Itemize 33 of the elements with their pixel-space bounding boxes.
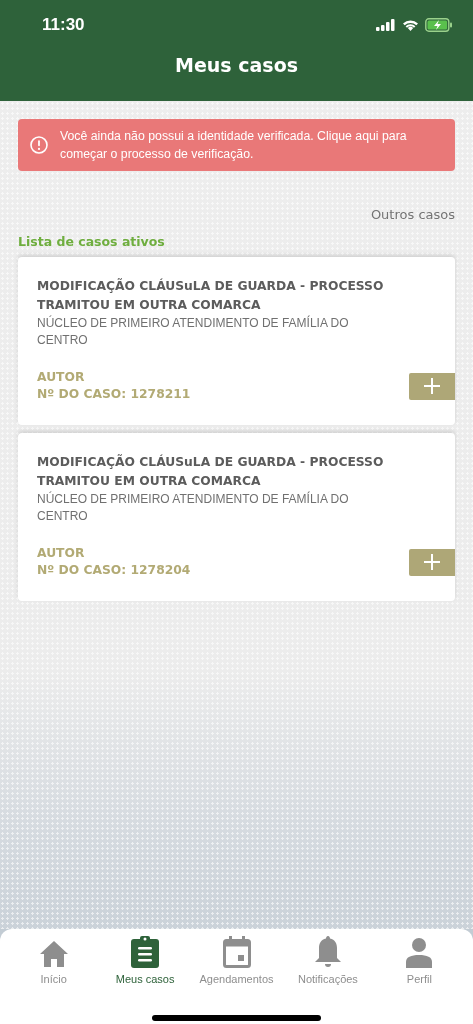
signal-icon xyxy=(376,19,396,31)
nav-tab[interactable]: Perfil xyxy=(373,933,466,985)
nav-tab[interactable]: Agendamentos xyxy=(190,933,283,985)
case-office: NÚCLEO DE PRIMEIRO ATENDIMENTO DE FAMÍLIA DO CENTRO xyxy=(37,315,350,349)
case-role: AUTOR xyxy=(37,369,86,386)
case-number: Nº DO CASO: 1278211 xyxy=(37,386,191,403)
plus-icon xyxy=(424,378,440,394)
expand-button[interactable] xyxy=(409,372,455,400)
case-card[interactable]: MODIFICAÇÃO CLÁUSuLA DE GUARDA - PROCESSO TRAMITOU EM OUTRA COMARCA NÚCLEO DE PRIMEIRO ATENDIMENTO DE FAMÍLIA DO CENTRO AUTOR Nº DO CASO: 1278204 xyxy=(18,433,455,601)
person-icon xyxy=(406,938,433,968)
section-title: Lista de casos ativos xyxy=(18,234,166,249)
case-title: MODIFICAÇÃO CLÁUSuLA DE GUARDA - PROCESSO TRAMITOU EM OUTRA COMARCA xyxy=(37,453,385,490)
case-office: NÚCLEO DE PRIMEIRO ATENDIMENTO DE FAMÍLIA DO CENTRO xyxy=(37,491,350,525)
case-number: Nº DO CASO: 1278204 xyxy=(37,562,191,579)
battery-charging-icon xyxy=(425,18,453,32)
nav-tab[interactable]: Meus casos xyxy=(99,933,191,985)
case-card[interactable]: MODIFICAÇÃO CLÁUSuLA DE GUARDA - PROCESSO TRAMITOU EM OUTRA COMARCA NÚCLEO DE PRIMEIRO ATENDIMENTO DE FAMÍLIA DO CENTRO AUTOR Nº DO CASO: 1278211 xyxy=(18,257,455,425)
warning-icon xyxy=(30,136,48,154)
other-cases-link[interactable]: Outros casos xyxy=(370,207,455,222)
expand-button[interactable] xyxy=(409,548,455,576)
clipboard-icon xyxy=(131,936,160,968)
nav-tab[interactable]: Notificações xyxy=(282,933,374,985)
bell-icon xyxy=(314,936,341,968)
home-icon xyxy=(38,940,69,968)
wifi-icon xyxy=(402,19,419,31)
case-role: AUTOR xyxy=(37,545,86,562)
calendar-icon xyxy=(222,936,251,968)
screen-title: Meus casos xyxy=(174,53,299,76)
status-time: 11:30 xyxy=(42,15,85,35)
case-title: MODIFICAÇÃO CLÁUSuLA DE GUARDA - PROCESSO TRAMITOU EM OUTRA COMARCA xyxy=(37,277,385,314)
verification-alert[interactable]: Você ainda não possui a identidade verificada. Clique aqui para começar o processo de verificação. xyxy=(18,119,455,171)
nav-tab[interactable]: Início xyxy=(8,933,100,985)
plus-icon xyxy=(424,554,440,570)
